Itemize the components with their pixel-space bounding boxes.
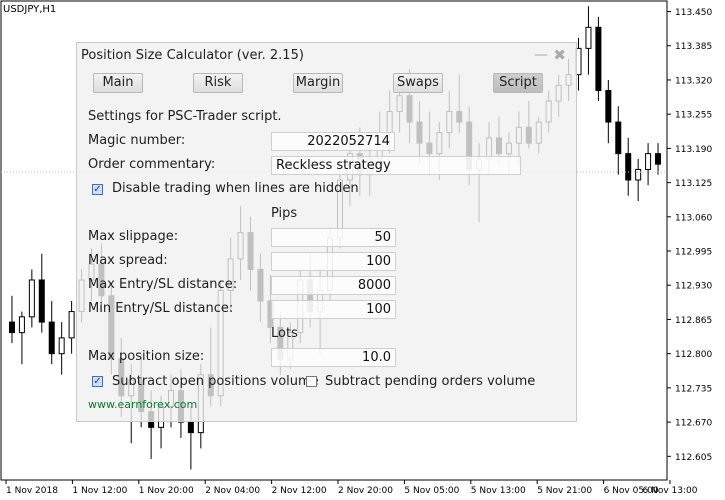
x-tick-label: 1 Nov 12:00: [72, 486, 127, 496]
y-tick-label: 113.190: [675, 145, 712, 155]
lots-header: Lots: [271, 326, 298, 341]
max-position-label: Max position size:: [88, 349, 205, 364]
min-entry-sl-input[interactable]: 100: [271, 300, 396, 319]
pips-header: Pips: [271, 206, 298, 221]
x-tick-label: 1 Nov 20:00: [139, 486, 194, 496]
psc-panel: Position Size Calculator (ver. 2.15) — ✖…: [76, 42, 577, 422]
disable-trading-label: Disable trading when lines are hidden: [112, 181, 359, 196]
y-tick-label: 113.060: [675, 213, 712, 223]
y-tick-label: 113.255: [675, 111, 712, 121]
candle-body: [48, 321, 55, 355]
y-tick-label: 112.930: [675, 282, 712, 292]
candle-body: [655, 153, 662, 165]
y-tick-label: 112.995: [675, 248, 712, 258]
y-tick-label: 113.320: [675, 76, 712, 86]
max-slippage-label: Max slippage:: [88, 229, 179, 244]
x-tick-label: 5 Nov 21:00: [537, 486, 592, 496]
y-tick-label: 113.125: [675, 179, 712, 189]
panel-title-bar[interactable]: Position Size Calculator (ver. 2.15) — ✖: [77, 43, 576, 69]
y-tick-label: 112.670: [675, 419, 712, 429]
order-commentary-input[interactable]: Reckless strategy: [271, 156, 521, 175]
candle-body: [187, 421, 194, 434]
earnforex-link[interactable]: www.earnforex.com: [88, 398, 197, 411]
candle-body: [68, 311, 75, 339]
max-spread-label: Max spread:: [88, 253, 168, 268]
candle-body: [605, 89, 612, 123]
candle-body: [58, 337, 65, 355]
magic-number-label: Magic number:: [88, 133, 186, 148]
candle-body: [625, 153, 632, 181]
order-commentary-label: Order commentary:: [88, 157, 216, 172]
tab-risk[interactable]: Risk: [193, 73, 243, 93]
tab-main[interactable]: Main: [93, 73, 143, 93]
subtract-open-checkbox[interactable]: ✓: [92, 376, 103, 387]
max-position-input[interactable]: 10.0: [271, 348, 396, 367]
tab-margin[interactable]: Margin: [293, 73, 343, 93]
magic-number-input[interactable]: 2022052714: [271, 132, 395, 151]
candle-body: [645, 153, 652, 170]
candle-body: [28, 279, 35, 318]
candle-body: [8, 321, 15, 334]
x-tick-label: 5 Nov 05:00: [404, 486, 459, 496]
close-icon[interactable]: ✖: [553, 46, 566, 64]
y-tick-label: 112.865: [675, 316, 712, 326]
minimize-icon[interactable]: —: [534, 47, 548, 63]
chart-symbol-label: USDJPY,H1: [3, 4, 57, 15]
min-entry-sl-label: Min Entry/SL distance:: [88, 301, 234, 316]
disable-trading-checkbox[interactable]: ✓: [92, 184, 103, 195]
max-entry-sl-input[interactable]: 8000: [271, 276, 396, 295]
candle-body: [635, 168, 642, 181]
y-tick-label: 113.385: [675, 42, 712, 52]
subtract-pending-label: Subtract pending orders volume: [325, 374, 536, 389]
max-slippage-input[interactable]: 50: [271, 228, 396, 247]
candle-body: [585, 26, 592, 49]
x-tick-label: 2 Nov 04:00: [205, 486, 260, 496]
y-tick-label: 112.605: [675, 453, 712, 463]
candle-body: [615, 121, 622, 155]
y-tick-label: 112.800: [675, 350, 712, 360]
panel-title: Position Size Calculator (ver. 2.15): [81, 48, 304, 63]
chart-window: 113.450 113.385 113.320 113.255 113.190 113.1…: [0, 0, 725, 500]
tab-swaps[interactable]: Swaps: [393, 73, 443, 93]
x-tick-label: 2 Nov 20:00: [338, 486, 393, 496]
subtract-pending-checkbox[interactable]: [306, 376, 317, 387]
y-tick-label: 113.450: [675, 8, 712, 18]
x-tick-label: 1 Nov 2018: [6, 486, 58, 496]
max-entry-sl-label: Max Entry/SL distance:: [88, 277, 238, 292]
candle-body: [18, 316, 25, 334]
subtract-open-label: Subtract open positions volume: [112, 374, 319, 389]
max-spread-input[interactable]: 100: [271, 252, 396, 271]
tab-script[interactable]: Script: [493, 73, 543, 93]
x-tick-label: 6 Nov 13:00: [643, 486, 698, 496]
candle-body: [38, 279, 45, 323]
y-tick-label: 112.735: [675, 384, 712, 394]
candle-body: [595, 26, 602, 91]
x-tick-label: 5 Nov 13:00: [471, 486, 526, 496]
settings-heading: Settings for PSC-Trader script.: [88, 109, 282, 124]
x-tick-label: 2 Nov 12:00: [272, 486, 327, 496]
